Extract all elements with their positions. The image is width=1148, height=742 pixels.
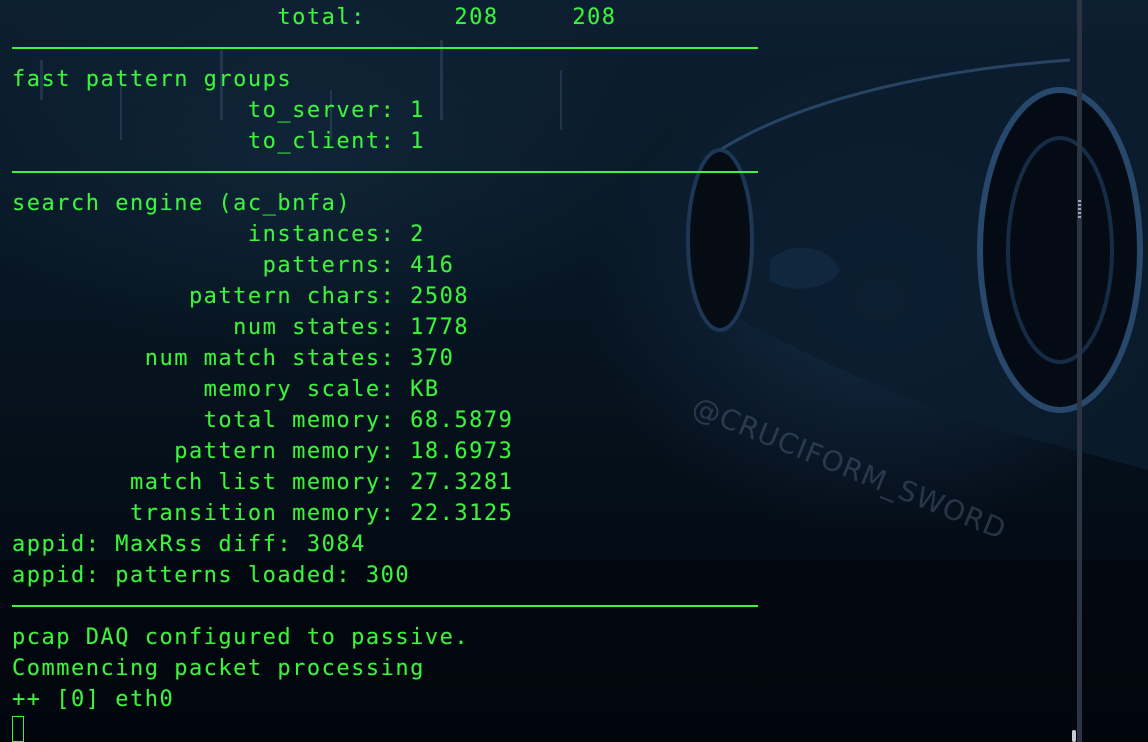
terminal-line: search engine (ac_bnfa) (12, 191, 352, 216)
terminal-line: patterns: 416 (12, 253, 455, 278)
terminal-line: to_client: 1 (12, 129, 425, 154)
terminal-line: fast pattern groups (12, 67, 293, 92)
terminal-line: ++ [0] eth0 (12, 687, 175, 712)
terminal-line: num states: 1778 (12, 315, 470, 340)
resize-grip-icon[interactable] (1078, 200, 1081, 220)
terminal-line: total: 208 208 (12, 5, 617, 30)
separator-rule (12, 33, 1072, 64)
terminal-line: memory scale: KB (12, 377, 440, 402)
terminal-line: pattern chars: 2508 (12, 284, 470, 309)
separator-rule (12, 157, 1072, 188)
terminal-window[interactable]: @CRUCIFORM_SWORD total: 208 208 fast patt… (0, 0, 1148, 742)
separator-rule (12, 591, 1072, 622)
terminal-line: pcap DAQ configured to passive. (12, 625, 470, 650)
text-cursor (12, 716, 24, 742)
terminal-line: num match states: 370 (12, 346, 455, 371)
terminal-line: pattern memory: 18.6973 (12, 439, 514, 464)
terminal-line: appid: patterns loaded: 300 (12, 563, 411, 588)
terminal-line: match list memory: 27.3281 (12, 470, 514, 495)
scrollbar-thumb[interactable] (1072, 730, 1076, 742)
terminal-line: transition memory: 22.3125 (12, 501, 514, 526)
terminal-line: instances: 2 (12, 222, 425, 247)
terminal-line: total memory: 68.5879 (12, 408, 514, 433)
terminal-line: to_server: 1 (12, 98, 425, 123)
terminal-line: Commencing packet processing (12, 656, 425, 681)
terminal-line: appid: MaxRss diff: 3084 (12, 532, 366, 557)
window-divider (1077, 0, 1082, 742)
terminal-output: total: 208 208 fast pattern groups to_ser… (12, 2, 1072, 715)
